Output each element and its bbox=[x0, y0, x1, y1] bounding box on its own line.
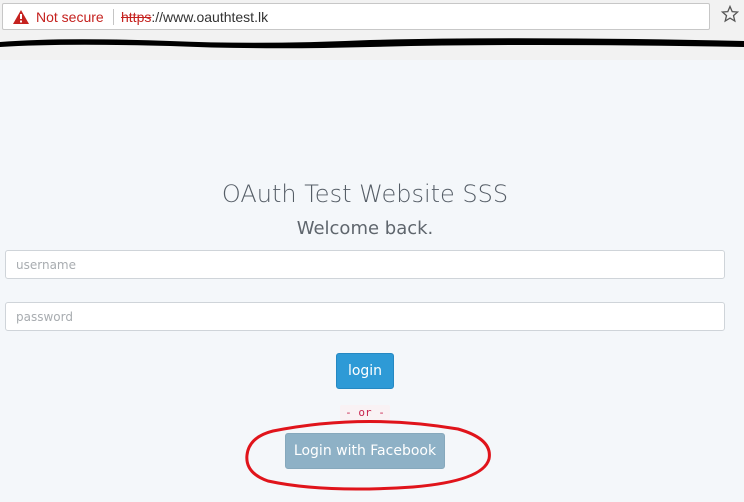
welcome-subtitle: Welcome back. bbox=[296, 218, 434, 239]
url-scheme: https bbox=[121, 9, 152, 25]
or-separator: - or - bbox=[340, 405, 390, 420]
warning-icon bbox=[13, 10, 29, 24]
redacted-bookmarks-bar bbox=[0, 38, 744, 49]
facebook-login-button[interactable]: Login with Facebook bbox=[285, 433, 445, 469]
address-bar[interactable]: Not secure https://www.oauthtest.lk bbox=[2, 3, 710, 30]
browser-chrome: Not secure https://www.oauthtest.lk bbox=[0, 0, 744, 60]
url-text[interactable]: https://www.oauthtest.lk bbox=[121, 9, 268, 25]
address-divider bbox=[113, 9, 114, 25]
page-title: OAuth Test Website SSS bbox=[221, 180, 509, 208]
bookmark-star-icon[interactable] bbox=[721, 5, 739, 23]
login-button[interactable]: login bbox=[336, 353, 394, 389]
username-input[interactable] bbox=[5, 250, 725, 279]
url-host: ://www.oauthtest.lk bbox=[151, 9, 269, 25]
security-status-label[interactable]: Not secure bbox=[36, 9, 104, 25]
password-input[interactable] bbox=[5, 302, 725, 331]
